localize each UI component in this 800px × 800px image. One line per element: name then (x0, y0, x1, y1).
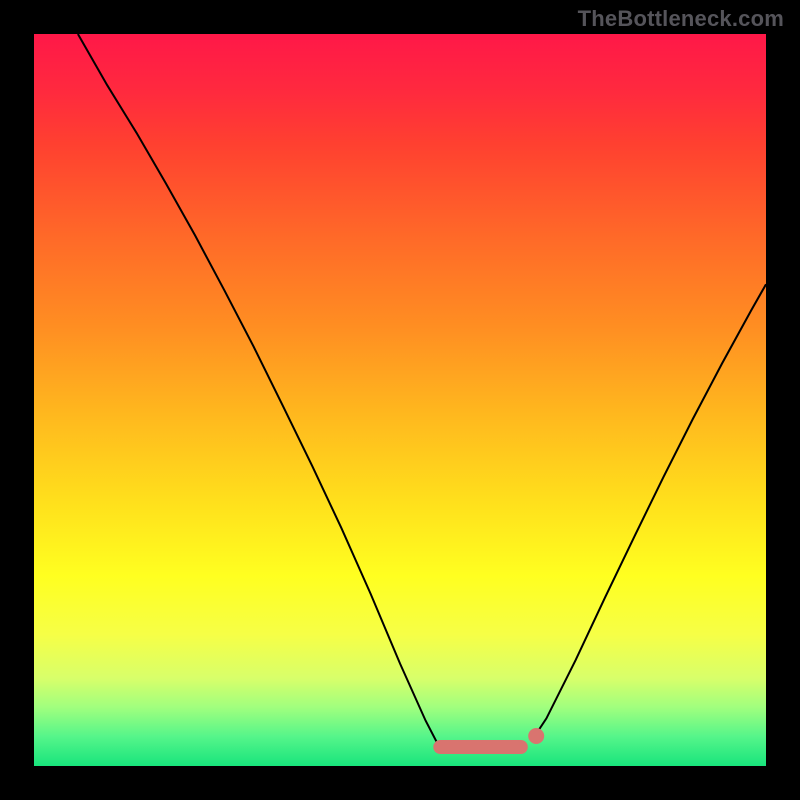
curve-right-branch (532, 284, 766, 740)
chart-svg (34, 34, 766, 766)
chart-frame: TheBottleneck.com (0, 0, 800, 800)
trough-annotation-dot (528, 728, 544, 744)
brand-watermark: TheBottleneck.com (578, 6, 784, 32)
curve-left-branch (78, 34, 437, 742)
